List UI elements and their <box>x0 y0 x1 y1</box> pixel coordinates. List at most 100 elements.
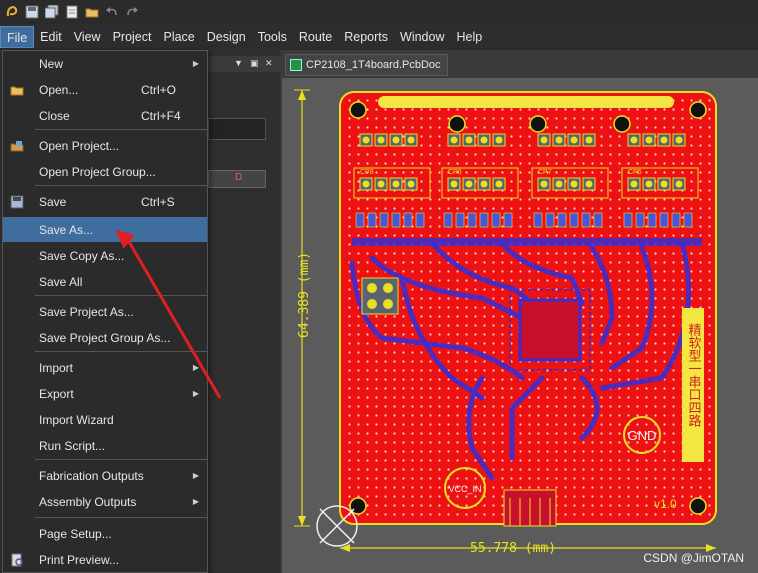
smd-resistor <box>479 212 489 228</box>
menu-item-run-script[interactable]: Run Script... <box>3 433 207 458</box>
panel-pin-icon[interactable]: ▣ <box>250 58 259 69</box>
submenu-arrow-icon: ▶ <box>192 471 199 480</box>
menu-separator <box>35 517 207 518</box>
menu-help[interactable]: Help <box>450 26 488 48</box>
menu-place[interactable]: Place <box>157 26 200 48</box>
smd-resistor <box>415 212 425 228</box>
menu-item-label: Close <box>39 108 70 123</box>
header-pin-hole <box>585 180 593 188</box>
header-pin-hole <box>450 180 458 188</box>
header-pin-hole <box>630 180 638 188</box>
menu-item-open-project[interactable]: Open Project... <box>3 133 207 158</box>
menu-item-import[interactable]: Import ▶ <box>3 355 207 380</box>
connector-label: CP5 <box>628 169 642 176</box>
menu-design[interactable]: Design <box>201 26 252 48</box>
panel-close-icon[interactable]: ✕ <box>265 58 273 69</box>
small-header <box>361 277 399 315</box>
smd-resistor <box>671 212 681 228</box>
menu-item-save-project-group-as[interactable]: Save Project Group As... <box>3 325 207 350</box>
menu-separator <box>35 185 207 186</box>
header-pin-hole <box>540 136 548 144</box>
menu-item-fabrication-outputs[interactable]: Fabrication Outputs ▶ <box>3 463 207 488</box>
save-icon[interactable] <box>24 4 40 20</box>
save-all-icon[interactable] <box>44 4 60 20</box>
origin-marker <box>316 505 358 547</box>
menu-item-print-preview[interactable]: Print Preview... <box>3 547 207 572</box>
menu-project[interactable]: Project <box>107 26 158 48</box>
smd-resistor <box>367 212 377 228</box>
header-pin-hole <box>377 136 385 144</box>
folder-open-icon[interactable] <box>84 4 100 20</box>
header-pin-hole <box>675 136 683 144</box>
menu-separator <box>35 351 207 352</box>
menu-item-label: Assembly Outputs <box>39 494 137 509</box>
menu-item-label: Save All <box>39 274 83 289</box>
gnd-label: GND <box>628 428 657 443</box>
menu-item-open[interactable]: Open... Ctrl+O <box>3 77 207 102</box>
file-menu-dropdown: New ▶ Open... Ctrl+O Close Ctrl+F4 Open Projec… <box>2 50 208 573</box>
top-silk-bar <box>378 96 674 108</box>
header-pin-hole <box>480 180 488 188</box>
mounting-hole <box>689 101 707 119</box>
menu-window[interactable]: Window <box>394 26 450 48</box>
menu-item-save-project-as[interactable]: Save Project As... <box>3 299 207 324</box>
header-pin-hole <box>362 136 370 144</box>
document-icon[interactable] <box>64 4 80 20</box>
menu-item-close[interactable]: Close Ctrl+F4 <box>3 103 207 128</box>
menu-route[interactable]: Route <box>293 26 338 48</box>
header-pin-hole <box>495 136 503 144</box>
menu-item-save-all[interactable]: Save All <box>3 269 207 294</box>
folder-open-icon <box>9 82 25 98</box>
pcb-canvas[interactable]: CP8 CP6 CP7 CP5 精软型一串口四路 GND VCC_IN v1.0… <box>282 78 758 573</box>
menu-item-label: Fabrication Outputs <box>39 468 144 483</box>
menu-separator <box>35 459 207 460</box>
submenu-arrow-icon: ▶ <box>192 497 199 506</box>
quick-access-toolbar <box>0 0 758 24</box>
header-pin-hole <box>645 136 653 144</box>
menu-item-page-setup[interactable]: Page Setup... <box>3 521 207 546</box>
smd-resistor <box>503 212 513 228</box>
menu-item-label: Run Script... <box>39 438 106 453</box>
redo-icon[interactable] <box>124 4 140 20</box>
menu-item-open-project-group[interactable]: Open Project Group... <box>3 159 207 184</box>
mounting-hole <box>349 101 367 119</box>
header-body <box>361 277 399 315</box>
header-pin-hole <box>392 136 400 144</box>
smd-resistor <box>443 212 453 228</box>
smd-resistor <box>659 212 669 228</box>
menu-view[interactable]: View <box>68 26 107 48</box>
header-pin-hole <box>555 136 563 144</box>
tab-pcb-document[interactable]: CP2108_1T4board.PcbDoc <box>285 54 448 76</box>
menu-tools[interactable]: Tools <box>252 26 293 48</box>
undo-icon[interactable] <box>104 4 120 20</box>
header-pin-hole <box>362 180 370 188</box>
submenu-arrow-icon: ▶ <box>192 59 199 68</box>
menu-item-label: Save Copy As... <box>39 248 125 263</box>
menu-item-label: Import Wizard <box>39 412 114 427</box>
header-pin-hole <box>465 180 473 188</box>
menu-reports[interactable]: Reports <box>338 26 394 48</box>
panel-field[interactable]: D <box>208 170 266 188</box>
pcb-document-icon <box>290 59 302 71</box>
header-pin-hole <box>480 136 488 144</box>
menu-item-label: Open Project Group... <box>39 164 156 179</box>
menu-edit[interactable]: Edit <box>34 26 68 48</box>
menu-item-save[interactable]: Save Ctrl+S <box>3 189 207 214</box>
menu-file[interactable]: File <box>0 26 35 48</box>
smd-resistor <box>455 212 465 228</box>
menu-item-label: Open Project... <box>39 138 120 153</box>
menu-item-export[interactable]: Export ▶ <box>3 381 207 406</box>
menu-item-new[interactable]: New ▶ <box>3 51 207 76</box>
panel-search-box[interactable] <box>208 118 266 140</box>
panel-dropdown-icon[interactable]: ▼ <box>234 58 243 68</box>
header-pin-hole <box>570 136 578 144</box>
menu-item-save-copy-as[interactable]: Save Copy As... <box>3 243 207 268</box>
menu-item-assembly-outputs[interactable]: Assembly Outputs ▶ <box>3 489 207 514</box>
menu-item-save-as[interactable]: Save As... <box>3 217 207 242</box>
panel-field-value: D <box>235 172 243 183</box>
vertical-dimension: 64.389 (mm) <box>294 89 312 527</box>
smd-resistor <box>467 212 477 228</box>
header-pin-hole <box>570 180 578 188</box>
header-pin-hole <box>495 180 503 188</box>
menu-item-import-wizard[interactable]: Import Wizard <box>3 407 207 432</box>
